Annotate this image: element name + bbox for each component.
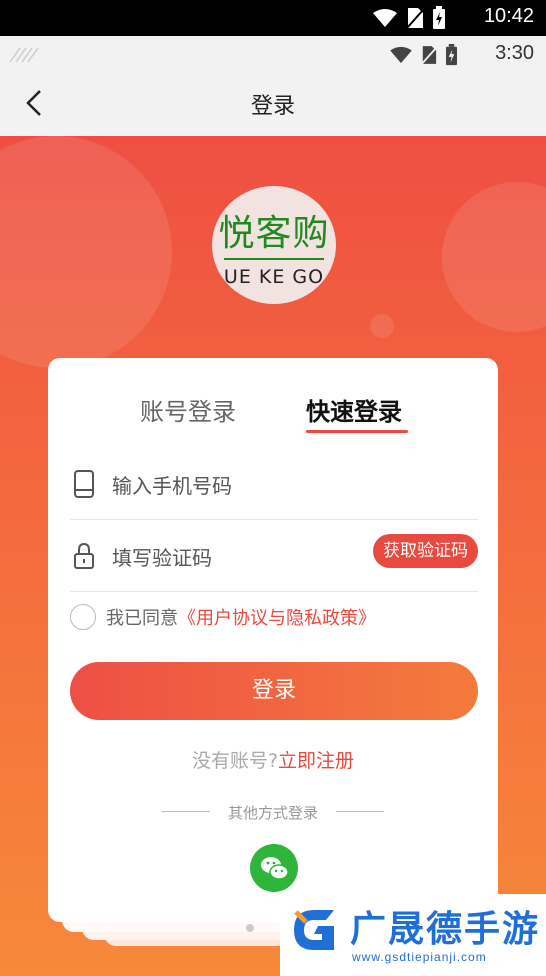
get-code-button[interactable]: 获取验证码 [373, 534, 478, 568]
agreement-prefix: 我已同意 [106, 608, 178, 629]
tab-quick-login[interactable]: 快速登录 [306, 392, 402, 427]
login-tabs: 账号登录 快速登录 [48, 392, 498, 438]
register-question: 没有账号? [191, 750, 279, 772]
wifi-icon [390, 46, 412, 64]
watermark-url: www.gsdtiepianji.com [352, 950, 487, 964]
page-title: 登录 [250, 94, 295, 119]
battery-charging-icon [446, 44, 457, 66]
system-status-bar: 10:42 [0, 0, 546, 36]
wechat-icon [261, 857, 289, 880]
battery-charging-icon [433, 6, 445, 29]
register-link[interactable]: 立即注册 [278, 750, 354, 772]
other-login-label: 其他方式登录 [227, 804, 318, 822]
nav-header: 登录 [0, 72, 546, 136]
phone-icon [74, 470, 94, 498]
decor-bubble [370, 314, 394, 338]
status-noise-icon [9, 47, 39, 63]
register-row: 没有账号?立即注册 [48, 746, 498, 773]
system-time: 10:42 [483, 5, 534, 27]
decor-bubble [442, 182, 546, 332]
agreement-checkbox[interactable] [70, 604, 96, 630]
lock-icon [74, 542, 94, 569]
decor-bubble [0, 136, 172, 368]
page-indicator-dot [246, 924, 254, 932]
logo-divider [224, 258, 324, 260]
other-login-divider: 其他方式登录 [162, 802, 384, 822]
app-status-bar: 3:30 [0, 36, 546, 72]
logo-sub-text: UE KE GO [223, 266, 325, 288]
app-time: 3:30 [495, 42, 534, 64]
phone-field[interactable]: 输入手机号码 [70, 448, 478, 520]
login-card: 账号登录 快速登录 输入手机号码 填写验证码 获取验证码 我已同意 《用户协议与… [48, 358, 498, 932]
phone-input[interactable]: 输入手机号码 [112, 470, 232, 499]
divider-line [336, 811, 384, 812]
app-status-icons [389, 44, 458, 66]
login-button[interactable]: 登录 [70, 662, 478, 720]
site-watermark: 广晟德手游 www.gsdtiepianji.com [280, 894, 546, 976]
logo-brand-text: 悦客购 [218, 213, 330, 254]
tab-account-login[interactable]: 账号登录 [140, 392, 236, 427]
no-sim-icon [421, 46, 437, 65]
wechat-login-button[interactable] [250, 844, 298, 892]
wifi-icon [373, 9, 397, 27]
active-tab-indicator [306, 430, 408, 433]
watermark-logo-icon [294, 910, 334, 950]
no-sim-icon [406, 8, 424, 29]
watermark-name: 广晟德手游 [350, 909, 541, 950]
system-status-icons [372, 6, 446, 30]
app-logo: 悦客购 UE KE GO [212, 186, 336, 304]
code-field[interactable]: 填写验证码 获取验证码 [70, 520, 478, 592]
code-input[interactable]: 填写验证码 [112, 542, 212, 571]
agreement-row: 我已同意 《用户协议与隐私政策》 [70, 602, 376, 632]
agreement-link[interactable]: 《用户协议与隐私政策》 [178, 604, 376, 630]
